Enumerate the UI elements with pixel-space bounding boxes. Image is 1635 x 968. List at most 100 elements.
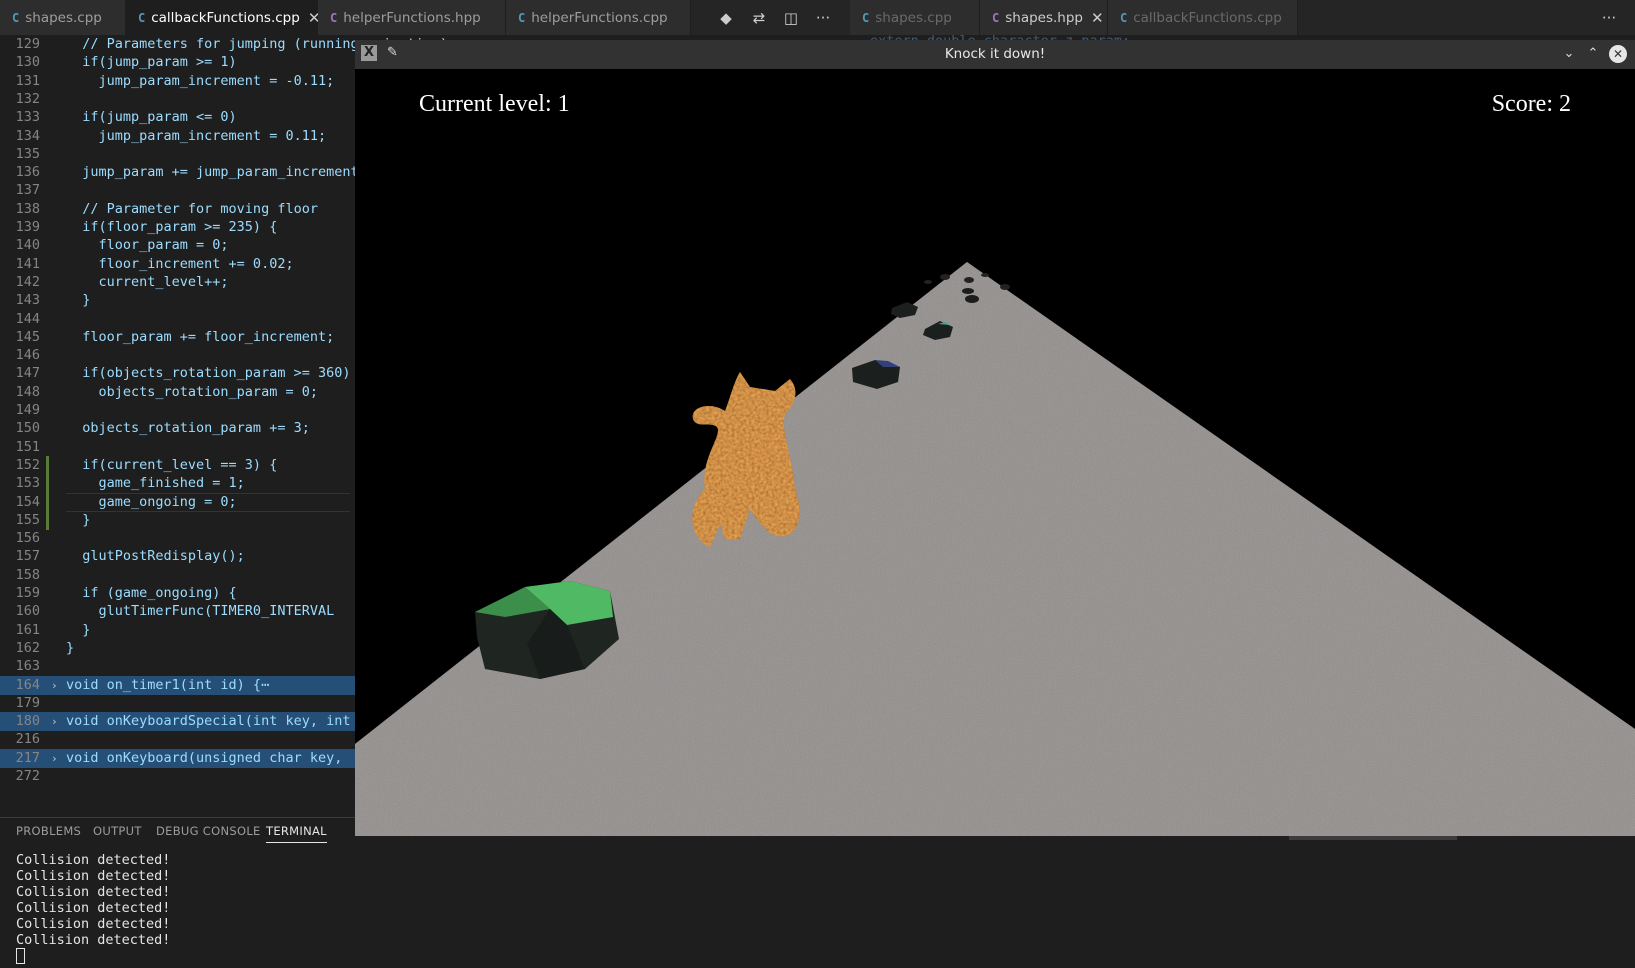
code-text: if(jump_param <= 0) — [66, 109, 237, 126]
git-change-marker — [46, 455, 49, 475]
line-number: 179 — [15, 694, 40, 711]
terminal-line: Collision detected! — [16, 852, 171, 868]
distant-obstacle — [981, 273, 989, 277]
code-text: game_finished = 1; — [66, 475, 245, 492]
panel-tab-output[interactable]: OUTPUT — [93, 824, 142, 838]
terminal-line: Collision detected! — [16, 900, 171, 916]
game-window[interactable]: X ✎ Knock it down! ⌄ ⌃ ✕ Current level: … — [355, 40, 1635, 836]
hpp-file-icon: C — [992, 10, 1000, 25]
terminal-line: Collision detected! — [16, 884, 171, 900]
line-number: 150 — [15, 420, 40, 437]
line-number: 138 — [15, 200, 40, 217]
line-number: 153 — [15, 475, 40, 492]
terminal-line: Collision detected! — [16, 868, 171, 884]
git-change-marker — [46, 510, 49, 530]
code-text: jump_param_increment = -0.11; — [66, 72, 335, 89]
line-number: 140 — [15, 237, 40, 254]
code-text: if(floor_param >= 235) { — [66, 219, 278, 235]
line-number: 156 — [15, 530, 40, 547]
line-number: 164 — [15, 676, 40, 693]
tab-shapes-cpp[interactable]: C shapes.cpp — [0, 0, 126, 35]
cpp-file-icon: C — [862, 10, 870, 25]
code-text: floor_param = 0; — [66, 237, 229, 254]
terminal-output[interactable]: Collision detected! Collision detected! … — [16, 852, 170, 968]
distant-obstacle — [965, 295, 979, 303]
current-level-label: Current level: 1 — [419, 91, 570, 117]
line-number: 146 — [15, 347, 40, 364]
split-editor-icon[interactable]: ◫ — [776, 0, 806, 35]
line-number: 136 — [15, 164, 40, 181]
fold-chevron-icon[interactable]: › — [51, 676, 58, 695]
line-number: 132 — [15, 90, 40, 107]
line-number: 154 — [15, 493, 40, 510]
code-text: glutTimerFunc(TIMER0_INTERVAL — [66, 603, 335, 620]
git-change-marker — [46, 492, 49, 512]
code-text: if(jump_param >= 1) — [66, 54, 237, 71]
line-number: 216 — [15, 731, 40, 748]
minimize-icon[interactable]: ⌄ — [1559, 44, 1579, 64]
tab-callbackfunctions-cpp[interactable]: C callbackFunctions.cpp ✕ — [126, 0, 320, 35]
line-number: 180 — [15, 713, 40, 730]
line-number: 162 — [15, 639, 40, 656]
line-number: 139 — [15, 219, 40, 235]
code-text: game_ongoing = 0; — [66, 493, 237, 510]
distant-obstacle — [924, 280, 932, 284]
line-number: 163 — [15, 658, 40, 675]
code-text: jump_param += jump_param_increment; — [66, 164, 367, 181]
git-icon[interactable]: ◆ — [711, 0, 741, 35]
close-tab-icon[interactable]: ✕ — [1091, 9, 1104, 27]
line-number: 145 — [15, 328, 40, 345]
more-actions-icon[interactable]: ··· — [1594, 0, 1624, 35]
game-canvas[interactable]: Current level: 1 Score: 2 — [355, 69, 1635, 836]
code-text: floor_increment += 0.02; — [66, 255, 294, 272]
cpp-file-icon: C — [12, 10, 20, 25]
game-scene — [355, 69, 1635, 836]
panel-tab-terminal[interactable]: TERMINAL — [266, 824, 327, 843]
line-number: 141 — [15, 255, 40, 272]
line-number: 158 — [15, 566, 40, 583]
hpp-file-icon: C — [330, 10, 338, 25]
code-text: glutPostRedisplay(); — [66, 548, 245, 565]
terminal-line: Collision detected! — [16, 932, 171, 948]
tab-right-shapes-hpp[interactable]: C shapes.hpp ✕ — [980, 0, 1108, 35]
line-number: 131 — [15, 72, 40, 89]
line-number: 137 — [15, 182, 40, 199]
game-window-titlebar[interactable]: X ✎ Knock it down! ⌄ ⌃ ✕ — [355, 40, 1635, 69]
line-number: 272 — [15, 768, 40, 784]
code-text: current_level++; — [66, 273, 229, 290]
line-number: 159 — [15, 585, 40, 601]
tab-helperfunctions-cpp[interactable]: C helperFunctions.cpp — [506, 0, 691, 35]
code-text: objects_rotation_param += 3; — [66, 420, 310, 437]
line-number: 148 — [15, 383, 40, 400]
cpp-file-icon: C — [518, 10, 526, 25]
line-number: 160 — [15, 603, 40, 620]
code-text: void on_timer1(int id) {⋯ — [66, 676, 270, 693]
line-number: 149 — [15, 402, 40, 418]
code-text: } — [66, 511, 91, 528]
cpp-file-icon: C — [138, 10, 146, 25]
tab-right-shapes-cpp[interactable]: C shapes.cpp — [850, 0, 980, 35]
fold-chevron-icon[interactable]: › — [51, 749, 58, 768]
distant-obstacle — [940, 274, 950, 280]
line-number: 144 — [15, 310, 40, 327]
maximize-icon[interactable]: ⌃ — [1583, 44, 1603, 64]
game-window-title: Knock it down! — [944, 46, 1046, 62]
more-actions-icon[interactable]: ··· — [808, 0, 838, 35]
panel-tab-debug-console[interactable]: DEBUG CONSOLE — [156, 824, 261, 838]
tab-helperfunctions-hpp[interactable]: C helperFunctions.hpp — [318, 0, 506, 35]
close-window-icon[interactable]: ✕ — [1609, 45, 1627, 63]
distant-obstacle — [1000, 284, 1010, 290]
line-number: 130 — [15, 54, 40, 71]
line-number: 151 — [15, 438, 40, 455]
distant-obstacle — [964, 277, 974, 283]
panel-tab-problems[interactable]: PROBLEMS — [16, 824, 81, 838]
tab-right-callbackfunctions-cpp[interactable]: C callbackFunctions.cpp — [1108, 0, 1298, 35]
fold-chevron-icon[interactable]: › — [51, 712, 58, 731]
distant-obstacle — [962, 288, 974, 294]
line-number: 135 — [15, 145, 40, 162]
compare-icon[interactable]: ⇄ — [744, 0, 774, 35]
line-number: 147 — [15, 365, 40, 382]
code-text: void onKeyboardSpecial(int key, int — [66, 713, 351, 730]
line-number: 134 — [15, 127, 40, 144]
code-text: if(objects_rotation_param >= 360) — [66, 365, 351, 382]
